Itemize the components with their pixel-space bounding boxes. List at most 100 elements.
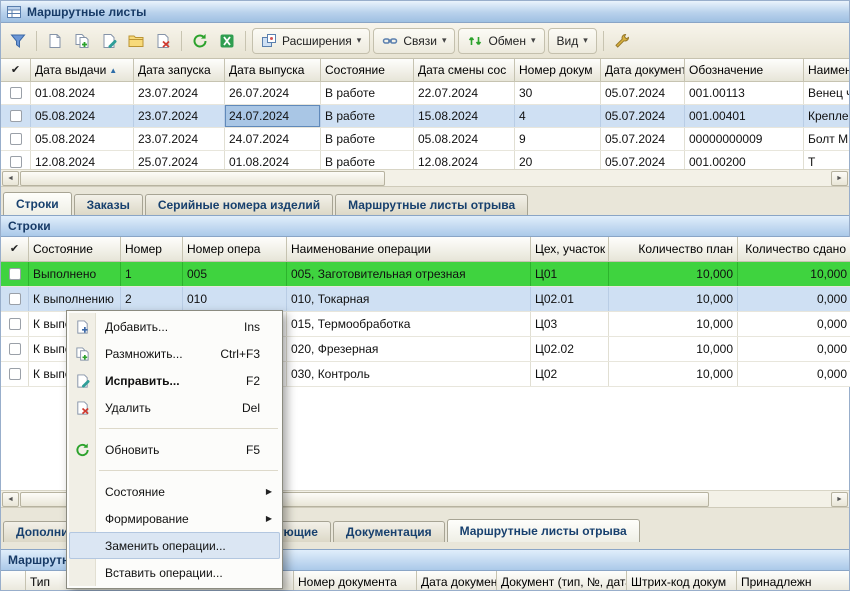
row-checkbox[interactable] — [9, 268, 21, 280]
table-cell: В работе — [321, 151, 414, 169]
column-header-op-name[interactable]: Наименование операции — [287, 237, 531, 262]
menu-item-replace-operations[interactable]: Заменить операции... — [69, 532, 280, 559]
column-header-number[interactable]: Номер — [121, 237, 183, 262]
check-column-header[interactable]: ✔ — [1, 59, 31, 82]
column-header-doc-date[interactable]: Дата документа — [417, 571, 497, 590]
row-checkbox[interactable] — [9, 343, 21, 355]
check-column-header[interactable]: ✔ — [1, 237, 29, 262]
row-checkbox[interactable] — [10, 110, 22, 122]
route-sheets-window: Маршрутные листы Расширения ▾ Связи ▾ Об… — [0, 0, 850, 591]
scroll-left-arrow[interactable]: ◄ — [2, 171, 19, 186]
row-checkbox[interactable] — [9, 318, 21, 330]
duplicate-button[interactable] — [70, 29, 94, 53]
menu-item-forming[interactable]: Формирование ▶ — [69, 505, 280, 532]
row-checkbox[interactable] — [10, 133, 22, 145]
column-header-doc-date[interactable]: Дата документа — [601, 59, 685, 82]
column-header-belonging[interactable]: Принадлежн — [737, 571, 849, 590]
column-header-name[interactable]: Наимен — [804, 59, 849, 82]
column-header-qty-done[interactable]: Количество сдано — [738, 237, 850, 262]
column-header-op-number[interactable]: Номер опера — [183, 237, 287, 262]
route-table-row[interactable]: 05.08.2024 23.07.2024 24.07.2024 В работ… — [1, 128, 849, 151]
scroll-thumb[interactable] — [20, 171, 385, 186]
extensions-menu-button[interactable]: Расширения ▾ — [252, 28, 370, 54]
exchange-menu-button[interactable]: Обмен ▾ — [458, 28, 544, 54]
column-header-doc-number[interactable]: Номер документа — [294, 571, 417, 590]
open-button[interactable] — [124, 29, 148, 53]
edit-document-icon — [75, 373, 90, 388]
rows-section-header: Строки — [1, 215, 849, 237]
column-header-qty-plan[interactable]: Количество план — [609, 237, 738, 262]
table-cell: Крепле — [804, 105, 849, 127]
menu-item-add[interactable]: Добавить... Ins — [69, 313, 280, 340]
route-table-row[interactable]: 12.08.2024 25.07.2024 01.08.2024 В работ… — [1, 151, 849, 169]
column-header-state[interactable]: Состояние — [321, 59, 414, 82]
add-button[interactable] — [43, 29, 67, 53]
filter-button[interactable] — [6, 29, 30, 53]
menu-item-insert-operations[interactable]: Вставить операции... — [69, 559, 280, 586]
scroll-right-arrow[interactable]: ► — [831, 171, 848, 186]
tab-strings[interactable]: Строки — [3, 192, 72, 215]
column-header-issue-date[interactable]: Дата выдачи▲ — [31, 59, 134, 82]
column-header-release-date[interactable]: Дата выпуска — [225, 59, 321, 82]
table-cell — [1, 262, 29, 286]
table-cell: 10,000 — [609, 312, 738, 336]
focused-cell[interactable]: 24.07.2024 — [225, 105, 321, 127]
menu-item-delete[interactable]: Удалить Del — [69, 394, 280, 421]
column-header-designation[interactable]: Обозначение — [685, 59, 804, 82]
column-header-barcode[interactable]: Штрих-код докум — [627, 571, 737, 590]
tab-documentation[interactable]: Документация — [333, 521, 445, 542]
settings-button[interactable] — [610, 29, 634, 53]
shortcut-label: Del — [242, 401, 274, 415]
table-cell: Болт М1 — [804, 128, 849, 150]
table-cell — [1, 82, 31, 104]
row-checkbox[interactable] — [10, 87, 22, 99]
view-menu-button[interactable]: Вид ▾ — [548, 28, 597, 54]
shortcut-label: F2 — [246, 374, 274, 388]
table-cell: 25.07.2024 — [134, 151, 225, 169]
excel-export-button[interactable] — [215, 29, 239, 53]
column-header-workshop[interactable]: Цех, участок — [531, 237, 609, 262]
scroll-right-arrow[interactable]: ► — [831, 492, 848, 507]
table-cell: 00000000009 — [685, 128, 804, 150]
detail-tabs: Строки Заказы Серийные номера изделий Ма… — [1, 192, 849, 215]
tab-tearoff-sheets-bottom[interactable]: Маршрутные листы отрыва — [447, 519, 640, 542]
table-cell: 23.07.2024 — [134, 82, 225, 104]
links-menu-button[interactable]: Связи ▾ — [373, 28, 455, 54]
table-cell: 05.07.2024 — [601, 82, 685, 104]
route-table-row[interactable]: 01.08.2024 23.07.2024 26.07.2024 В работ… — [1, 82, 849, 105]
tab-tearoff-sheets[interactable]: Маршрутные листы отрыва — [335, 194, 528, 215]
column-header-state[interactable]: Состояние — [29, 237, 121, 262]
menu-item-state[interactable]: Состояние ▶ — [69, 478, 280, 505]
table-cell: 1 — [121, 262, 183, 286]
column-header-document[interactable]: Документ (тип, №, дата) — [497, 571, 627, 590]
column-header-state-change-date[interactable]: Дата смены сос — [414, 59, 515, 82]
table-cell: 05.08.2024 — [414, 128, 515, 150]
refresh-button[interactable] — [188, 29, 212, 53]
links-icon — [382, 33, 398, 49]
excel-icon — [219, 33, 235, 49]
tab-serial-numbers[interactable]: Серийные номера изделий — [145, 194, 333, 215]
delete-button[interactable] — [151, 29, 175, 53]
scroll-left-arrow[interactable]: ◄ — [2, 492, 19, 507]
operation-row-selected[interactable]: К выполнению 2 010 010, Токарная Ц02.01 … — [1, 287, 850, 312]
sort-asc-icon: ▲ — [109, 66, 117, 75]
table-cell: В работе — [321, 82, 414, 104]
toolbar-separator — [181, 31, 182, 51]
column-header-doc-number[interactable]: Номер докум — [515, 59, 601, 82]
edit-button[interactable] — [97, 29, 121, 53]
row-checkbox[interactable] — [9, 293, 21, 305]
tab-orders[interactable]: Заказы — [74, 194, 143, 215]
menu-item-refresh[interactable]: Обновить F5 — [69, 436, 280, 463]
rows-section-title: Строки — [8, 219, 51, 233]
operation-row-completed[interactable]: Выполнено 1 005 005, Заготовительная отр… — [1, 262, 850, 287]
copy-document-icon — [75, 346, 90, 361]
table-cell: 15.08.2024 — [414, 105, 515, 127]
check-column-header[interactable] — [1, 571, 26, 590]
menu-item-edit[interactable]: Исправить... F2 — [69, 367, 280, 394]
column-header-launch-date[interactable]: Дата запуска — [134, 59, 225, 82]
row-checkbox[interactable] — [9, 368, 21, 380]
route-table-row-selected[interactable]: 05.08.2024 23.07.2024 24.07.2024 В работ… — [1, 105, 849, 128]
menu-item-duplicate[interactable]: Размножить... Ctrl+F3 — [69, 340, 280, 367]
row-checkbox[interactable] — [10, 156, 22, 168]
scroll-track[interactable] — [20, 171, 830, 186]
